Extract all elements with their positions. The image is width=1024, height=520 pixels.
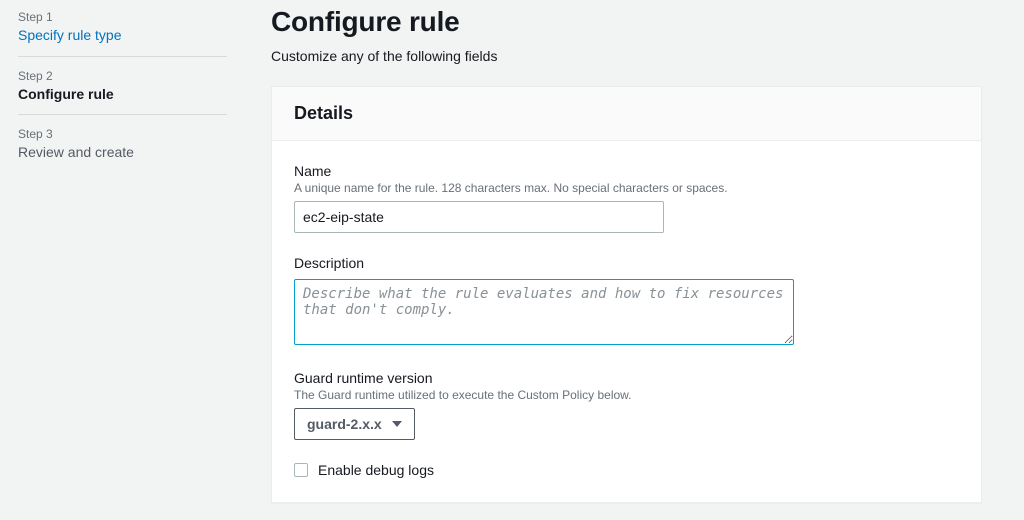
main-content: Configure rule Customize any of the foll…: [245, 0, 1024, 520]
wizard-step-2: Step 2 Configure rule: [18, 69, 227, 116]
caret-down-icon: [392, 421, 402, 427]
field-description: Description: [294, 255, 959, 348]
name-help: A unique name for the rule. 128 characte…: [294, 181, 959, 195]
step-title-configure-rule: Configure rule: [18, 85, 227, 105]
page-title: Configure rule: [271, 6, 982, 38]
field-debug-logs: Enable debug logs: [294, 462, 959, 478]
step-number: Step 1: [18, 10, 227, 24]
runtime-selected-value: guard-2.x.x: [307, 416, 382, 432]
field-name: Name A unique name for the rule. 128 cha…: [294, 163, 959, 233]
details-card: Details Name A unique name for the rule.…: [271, 86, 982, 503]
description-label: Description: [294, 255, 959, 271]
details-section-title: Details: [294, 103, 959, 124]
name-input[interactable]: [294, 201, 664, 233]
step-number: Step 3: [18, 127, 227, 141]
wizard-step-3: Step 3 Review and create: [18, 127, 227, 173]
page-subtitle: Customize any of the following fields: [271, 48, 982, 64]
wizard-steps-sidebar: Step 1 Specify rule type Step 2 Configur…: [0, 0, 245, 520]
step-title-review-and-create: Review and create: [18, 143, 227, 163]
debug-logs-label: Enable debug logs: [318, 462, 434, 478]
runtime-label: Guard runtime version: [294, 370, 959, 386]
debug-logs-checkbox[interactable]: [294, 463, 308, 477]
details-card-header: Details: [272, 87, 981, 141]
field-runtime: Guard runtime version The Guard runtime …: [294, 370, 959, 440]
description-textarea[interactable]: [294, 279, 794, 345]
step-title-specify-rule-type[interactable]: Specify rule type: [18, 26, 227, 46]
runtime-help: The Guard runtime utilized to execute th…: [294, 388, 959, 402]
name-label: Name: [294, 163, 959, 179]
step-number: Step 2: [18, 69, 227, 83]
wizard-step-1[interactable]: Step 1 Specify rule type: [18, 10, 227, 57]
runtime-select[interactable]: guard-2.x.x: [294, 408, 415, 440]
